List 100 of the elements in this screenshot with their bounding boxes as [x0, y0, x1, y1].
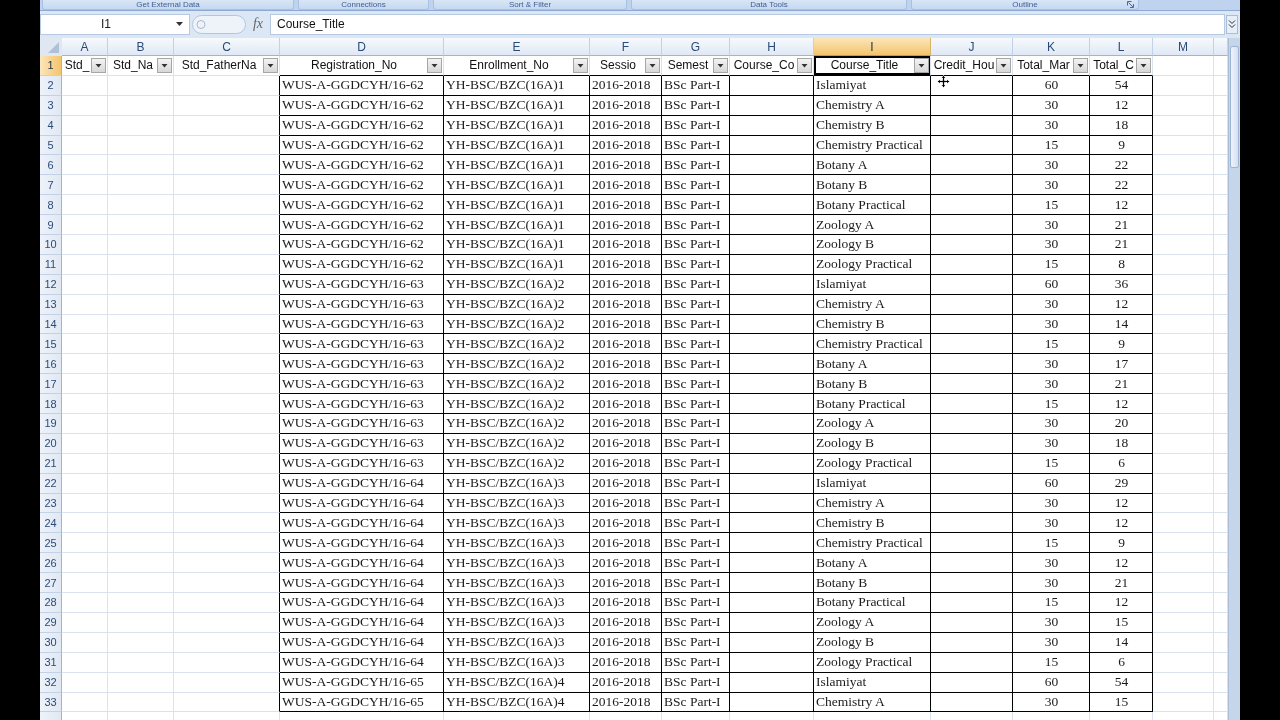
row-header[interactable]: 9 — [40, 215, 62, 235]
table-cell: 30 — [1013, 632, 1090, 653]
filter-dropdown-icon[interactable] — [157, 57, 172, 73]
grip-icon[interactable] — [192, 14, 246, 34]
row-header[interactable]: 11 — [40, 254, 62, 275]
row-header[interactable]: 31 — [40, 652, 62, 673]
table-cell: 2016-2018 — [590, 473, 662, 494]
filter-dropdown-icon[interactable] — [996, 57, 1011, 73]
table-cell: YH-BSC/BZC(16A)2 — [444, 314, 590, 335]
filter-dropdown-icon[interactable] — [1136, 57, 1151, 73]
row-header[interactable]: 19 — [40, 414, 62, 434]
row-header[interactable]: 1 — [40, 56, 62, 76]
table-cell: 15 — [1013, 394, 1090, 415]
column-header[interactable]: C — [174, 38, 280, 56]
filter-dropdown-icon[interactable] — [645, 57, 660, 73]
table-cell: 2016-2018 — [590, 215, 662, 235]
column-header[interactable]: E — [444, 38, 590, 56]
table-cell: BSc Part-I — [662, 314, 730, 335]
column-header[interactable]: I — [814, 38, 931, 56]
row-header[interactable]: 25 — [40, 533, 62, 554]
column-title: Course_Title — [830, 58, 899, 73]
table-cell: 30 — [1013, 215, 1090, 235]
table-cell: BSc Part-I — [662, 274, 730, 295]
row-header[interactable]: 16 — [40, 354, 62, 375]
table-cell: 6 — [1090, 652, 1153, 673]
row-header[interactable]: 26 — [40, 553, 62, 574]
row-header[interactable]: 14 — [40, 314, 62, 335]
table-cell: WUS-A-GGDCYH/16-62 — [280, 115, 444, 136]
filter-dropdown-icon[interactable] — [91, 57, 106, 73]
row-header[interactable]: 28 — [40, 593, 62, 613]
dialog-launcher-icon[interactable] — [1127, 1, 1134, 8]
row-header[interactable]: 24 — [40, 513, 62, 534]
column-header[interactable]: J — [931, 38, 1013, 56]
name-box[interactable]: I1 — [40, 13, 190, 35]
table-cell: 15 — [1013, 593, 1090, 613]
row-header[interactable]: 10 — [40, 235, 62, 255]
row-header[interactable]: 2 — [40, 75, 62, 96]
row-header[interactable]: 21 — [40, 453, 62, 474]
row-header[interactable]: 8 — [40, 195, 62, 216]
table-cell: Chemistry B — [814, 314, 931, 335]
filter-dropdown-icon[interactable] — [573, 57, 588, 73]
row-header[interactable]: 4 — [40, 115, 62, 136]
row-header[interactable]: 12 — [40, 274, 62, 295]
table-cell: Zoology Practical — [814, 652, 931, 673]
row-header[interactable]: 7 — [40, 175, 62, 196]
table-cell: BSc Part-I — [662, 374, 730, 395]
row-header[interactable]: 27 — [40, 573, 62, 594]
table-cell: YH-BSC/BZC(16A)3 — [444, 473, 590, 494]
insert-function-button[interactable]: fx — [246, 13, 270, 35]
row-header[interactable]: 33 — [40, 692, 62, 713]
formula-field[interactable]: Course_Title — [270, 13, 1225, 35]
column-header[interactable]: B — [108, 38, 174, 56]
row-header[interactable]: 23 — [40, 493, 62, 514]
table-cell: YH-BSC/BZC(16A)1 — [444, 75, 590, 96]
row-header[interactable]: 22 — [40, 473, 62, 494]
row-header[interactable]: 29 — [40, 612, 62, 633]
table-cell: YH-BSC/BZC(16A)1 — [444, 215, 590, 235]
column-title: Course_Co — [733, 58, 795, 73]
filter-dropdown-icon[interactable] — [427, 57, 442, 73]
column-header[interactable]: G — [662, 38, 730, 56]
row-header[interactable]: 13 — [40, 294, 62, 315]
row-header[interactable]: 5 — [40, 135, 62, 156]
caret-icon[interactable] — [176, 22, 183, 26]
column-header[interactable]: M — [1153, 38, 1214, 56]
table-cell: WUS-A-GGDCYH/16-64 — [280, 573, 444, 594]
table-cell: YH-BSC/BZC(16A)4 — [444, 692, 590, 713]
row-header[interactable]: 18 — [40, 394, 62, 415]
filter-dropdown-icon[interactable] — [797, 57, 812, 73]
scrollbar-thumb[interactable] — [1230, 46, 1239, 168]
double-chevron-icon[interactable] — [1226, 14, 1238, 34]
row-header[interactable]: 6 — [40, 155, 62, 176]
filter-dropdown-icon[interactable] — [1073, 57, 1088, 73]
table-cell: 15 — [1013, 533, 1090, 554]
table-cell: 2016-2018 — [590, 75, 662, 96]
scrollbar-track[interactable] — [1228, 38, 1240, 720]
table-cell: 15 — [1090, 612, 1153, 633]
column-header[interactable]: D — [280, 38, 444, 56]
row-header[interactable]: 17 — [40, 374, 62, 395]
row-header[interactable]: 32 — [40, 672, 62, 693]
row-header[interactable]: 30 — [40, 632, 62, 653]
column-header[interactable]: A — [62, 38, 108, 56]
table-cell: BSc Part-I — [662, 115, 730, 136]
filter-dropdown-icon[interactable] — [914, 57, 929, 73]
active-cell[interactable]: Course_Title — [814, 56, 931, 76]
filter-dropdown-icon[interactable] — [713, 57, 728, 73]
table-cell: WUS-A-GGDCYH/16-62 — [280, 195, 444, 216]
table-cell: 9 — [1090, 334, 1153, 355]
table-cell: YH-BSC/BZC(16A)3 — [444, 533, 590, 554]
row-header[interactable]: 20 — [40, 433, 62, 454]
column-header[interactable]: H — [730, 38, 814, 56]
table-cell: WUS-A-GGDCYH/16-64 — [280, 473, 444, 494]
table-cell: Botany Practical — [814, 593, 931, 613]
table-cell: WUS-A-GGDCYH/16-62 — [280, 175, 444, 196]
row-header[interactable]: 15 — [40, 334, 62, 355]
column-header[interactable]: F — [590, 38, 662, 56]
row-header[interactable]: 3 — [40, 95, 62, 116]
column-header[interactable]: L — [1090, 38, 1153, 56]
filter-dropdown-icon[interactable] — [263, 57, 278, 73]
column-header[interactable]: K — [1013, 38, 1090, 56]
table-cell: 12 — [1090, 593, 1153, 613]
